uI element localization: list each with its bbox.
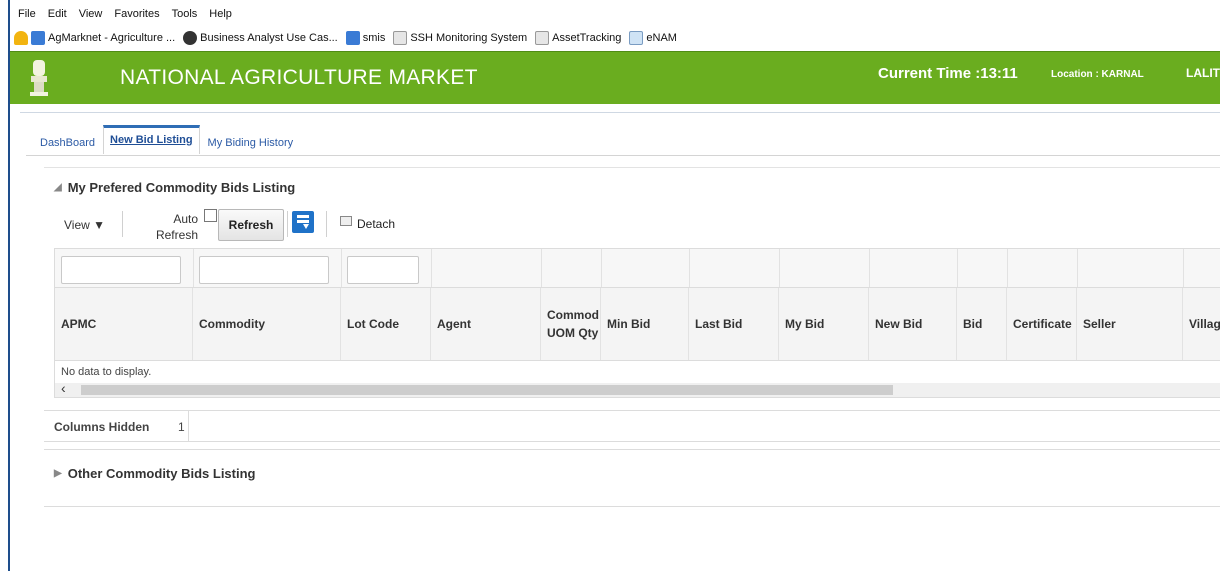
app-title: NATIONAL AGRICULTURE MARKET	[120, 66, 478, 89]
grid-icon	[629, 31, 644, 45]
favorites-bar: AgMarknet - Agriculture ... Business Ana…	[10, 28, 685, 48]
menu-favorites[interactable]: Favorites	[114, 8, 159, 20]
filter-cell	[341, 249, 432, 287]
tab-my-biding-history[interactable]: My Biding History	[202, 128, 300, 154]
expand-triangle-icon[interactable]: ▶	[54, 468, 62, 479]
bids-table: APMC Commodity Lot Code Agent Commod UOM Qty…	[54, 248, 1220, 398]
filter-cell	[55, 249, 194, 287]
query-by-example-icon[interactable]	[292, 211, 314, 233]
browser-window: File Edit View Favorites Tools Help AgMa…	[8, 0, 1220, 571]
filter-cell	[1183, 249, 1220, 287]
table-toolbar: View ▼ Auto Refresh Refresh Detach	[44, 205, 1220, 245]
chart-icon	[393, 31, 408, 45]
filter-cell	[193, 249, 342, 287]
tab-dashboard[interactable]: DashBoard	[34, 128, 101, 154]
location-label: Location : KARNAL	[1051, 69, 1144, 80]
header-divider	[20, 112, 1220, 119]
tab-new-bid-listing[interactable]: New Bid Listing	[103, 125, 200, 154]
ie-page-icon	[345, 31, 360, 45]
column-header[interactable]: Commod UOM Qty	[541, 288, 601, 360]
section-title-other: Other Commodity Bids Listing	[67, 466, 256, 481]
toolbar-separator	[122, 211, 123, 237]
favorites-star-icon[interactable]	[14, 31, 28, 45]
menu-edit[interactable]: Edit	[48, 8, 67, 20]
menu-view[interactable]: View	[79, 8, 103, 20]
column-filter-input[interactable]	[199, 256, 329, 284]
filter-cell	[601, 249, 690, 287]
collapse-triangle-icon[interactable]: ◢	[54, 182, 62, 193]
columns-hidden-count: 1	[178, 420, 185, 434]
column-header[interactable]: Bid	[957, 288, 1007, 360]
filter-cell	[1007, 249, 1078, 287]
current-time: Current Time :13:11	[878, 65, 1018, 82]
view-menu-button[interactable]: View ▼	[64, 218, 105, 232]
app-header: NATIONAL AGRICULTURE MARKET Current Time…	[10, 51, 1220, 104]
column-header[interactable]: New Bid	[869, 288, 957, 360]
favorite-smis[interactable]: smis	[345, 31, 385, 45]
column-header[interactable]: My Bid	[779, 288, 869, 360]
user-name[interactable]: LALIT	[1186, 66, 1220, 80]
filter-row	[54, 248, 1220, 287]
auto-refresh-checkbox[interactable]	[204, 209, 217, 222]
columns-hidden-label: Columns Hidden	[54, 420, 150, 434]
ie-page-icon	[31, 31, 45, 45]
column-header[interactable]: Certificate	[1007, 288, 1077, 360]
filter-cell	[1077, 249, 1184, 287]
empty-message: No data to display.	[54, 361, 1220, 383]
toolbar-separator	[287, 211, 288, 237]
section-title-preferred: My Prefered Commodity Bids Listing	[67, 180, 296, 195]
filter-cell	[779, 249, 870, 287]
section-header-preferred[interactable]: ◢ My Prefered Commodity Bids Listing	[54, 180, 295, 195]
columns-hidden-divider	[188, 411, 189, 441]
refresh-button[interactable]: Refresh	[218, 209, 284, 241]
other-bids-panel: ▶ Other Commodity Bids Listing	[44, 449, 1220, 507]
filter-cell	[957, 249, 1008, 287]
tab-divider	[26, 155, 1220, 156]
filter-cell	[689, 249, 780, 287]
toolbar-separator	[326, 211, 327, 237]
ba-icon	[183, 31, 198, 45]
columns-hidden-bar: Columns Hidden 1	[44, 410, 1220, 442]
section-header-other[interactable]: ▶ Other Commodity Bids Listing	[54, 466, 256, 481]
filter-cell	[541, 249, 602, 287]
detach-icon	[340, 216, 352, 226]
column-filter-input[interactable]	[61, 256, 181, 284]
favorite-enam[interactable]: eNAM	[629, 31, 677, 45]
detach-button[interactable]: Detach	[340, 216, 395, 231]
chart-icon	[535, 31, 550, 45]
favorite-ssh-monitoring[interactable]: SSH Monitoring System	[393, 31, 527, 45]
scroll-left-icon[interactable]: ‹	[61, 380, 66, 396]
favorite-assettracking[interactable]: AssetTracking	[535, 31, 621, 45]
column-header[interactable]: Seller	[1077, 288, 1183, 360]
emblem-icon	[30, 60, 48, 96]
favorite-business-analyst[interactable]: Business Analyst Use Cas...	[183, 31, 338, 45]
column-header[interactable]: APMC	[55, 288, 193, 360]
column-header[interactable]: Min Bid	[601, 288, 689, 360]
column-header[interactable]: Agent	[431, 288, 541, 360]
horizontal-scrollbar[interactable]: ‹	[54, 380, 1220, 398]
column-header[interactable]: Commodity	[193, 288, 341, 360]
menu-help[interactable]: Help	[209, 8, 232, 20]
favorite-agmarknet[interactable]: AgMarknet - Agriculture ...	[31, 31, 175, 45]
filter-cell	[869, 249, 958, 287]
header-row: APMC Commodity Lot Code Agent Commod UOM Qty…	[54, 287, 1220, 361]
menu-bar: File Edit View Favorites Tools Help	[10, 4, 244, 24]
column-header[interactable]: Lot Code	[341, 288, 431, 360]
column-header[interactable]: Last Bid	[689, 288, 779, 360]
auto-refresh-label: Auto Refresh	[155, 212, 198, 242]
menu-file[interactable]: File	[18, 8, 36, 20]
column-filter-input[interactable]	[347, 256, 419, 284]
tab-bar: DashBoard New Bid Listing My Biding Hist…	[34, 125, 301, 154]
menu-tools[interactable]: Tools	[172, 8, 198, 20]
filter-cell	[431, 249, 542, 287]
scrollbar-thumb[interactable]	[81, 385, 893, 395]
column-header[interactable]: Village	[1183, 288, 1220, 360]
preferred-bids-panel: ◢ My Prefered Commodity Bids Listing Vie…	[44, 167, 1220, 442]
